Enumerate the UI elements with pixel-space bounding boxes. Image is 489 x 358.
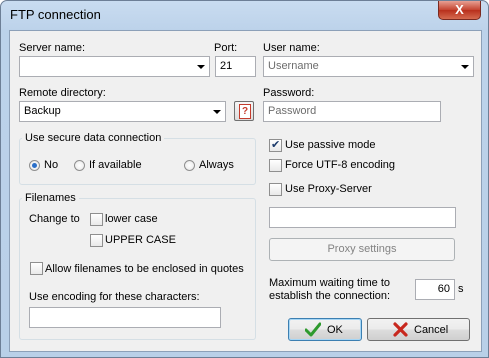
user-name-combo[interactable]: Username (263, 56, 474, 77)
encoding-label: Use encoding for these characters: (29, 291, 200, 303)
window-title: FTP connection (10, 7, 101, 22)
remote-directory-value: Backup (24, 105, 61, 117)
server-name-combo[interactable] (19, 56, 210, 77)
port-label: Port: (214, 42, 238, 54)
radio-secure-if-available[interactable] (74, 160, 85, 171)
proxy-server-input[interactable] (269, 207, 456, 228)
cancel-button[interactable]: Cancel (367, 318, 470, 341)
proxy-checkbox[interactable] (269, 183, 282, 196)
chevron-down-icon[interactable] (197, 65, 205, 69)
radio-secure-no-label[interactable]: No (44, 159, 58, 171)
chevron-down-icon[interactable] (461, 65, 469, 69)
user-name-placeholder: Username (268, 60, 319, 72)
timeout-input[interactable]: 60 (415, 279, 455, 300)
chevron-down-icon[interactable] (213, 110, 221, 114)
allow-quotes-label[interactable]: Allow filenames to be enclosed in quotes (45, 263, 244, 275)
cancel-x-icon (393, 322, 408, 337)
close-button[interactable]: X (438, 1, 481, 20)
user-name-label: User name: (263, 42, 320, 54)
help-icon: ? (239, 104, 251, 119)
encoding-input[interactable] (29, 307, 221, 328)
port-input[interactable]: 21 (215, 56, 256, 77)
upper-case-checkbox[interactable] (90, 234, 103, 247)
dialog-body: Server name: Port: User name: 21 Usernam… (9, 30, 482, 352)
passive-mode-checkbox[interactable] (269, 138, 282, 152)
ok-button[interactable]: OK (288, 318, 362, 341)
change-to-label: Change to (29, 213, 80, 225)
timeout-label-line1: Maximum waiting time to (269, 277, 391, 289)
close-icon: X (455, 2, 464, 17)
radio-secure-always-label[interactable]: Always (199, 159, 234, 171)
remote-directory-label: Remote directory: (19, 87, 106, 99)
proxy-label[interactable]: Use Proxy-Server (285, 183, 372, 195)
server-name-label: Server name: (19, 42, 86, 54)
check-icon (305, 322, 321, 337)
utf8-label[interactable]: Force UTF-8 encoding (285, 159, 395, 171)
lower-case-label[interactable]: lower case (105, 213, 158, 225)
allow-quotes-checkbox[interactable] (30, 262, 43, 275)
ok-label: OK (327, 324, 343, 336)
passive-mode-label[interactable]: Use passive mode (285, 139, 376, 151)
password-label: Password: (263, 87, 315, 99)
proxy-settings-button[interactable]: Proxy settings (269, 238, 455, 261)
timeout-label-line2: establish the connection: (269, 290, 391, 302)
remote-directory-combo[interactable]: Backup (19, 101, 226, 122)
radio-secure-if-available-label[interactable]: If available (89, 159, 142, 171)
timeout-unit: s (458, 283, 464, 295)
help-button[interactable]: ? (234, 101, 254, 121)
secure-connection-title: Use secure data connection (22, 132, 165, 144)
dialog-window: FTP connection X Server name: Port: User… (0, 0, 489, 358)
radio-secure-no[interactable] (29, 160, 40, 171)
cancel-label: Cancel (414, 324, 449, 336)
lower-case-checkbox[interactable] (90, 213, 103, 226)
upper-case-label[interactable]: UPPER CASE (105, 234, 176, 246)
filenames-title: Filenames (22, 192, 79, 204)
radio-secure-always[interactable] (184, 160, 195, 171)
password-field[interactable]: Password (263, 101, 441, 122)
utf8-checkbox[interactable] (269, 159, 282, 172)
